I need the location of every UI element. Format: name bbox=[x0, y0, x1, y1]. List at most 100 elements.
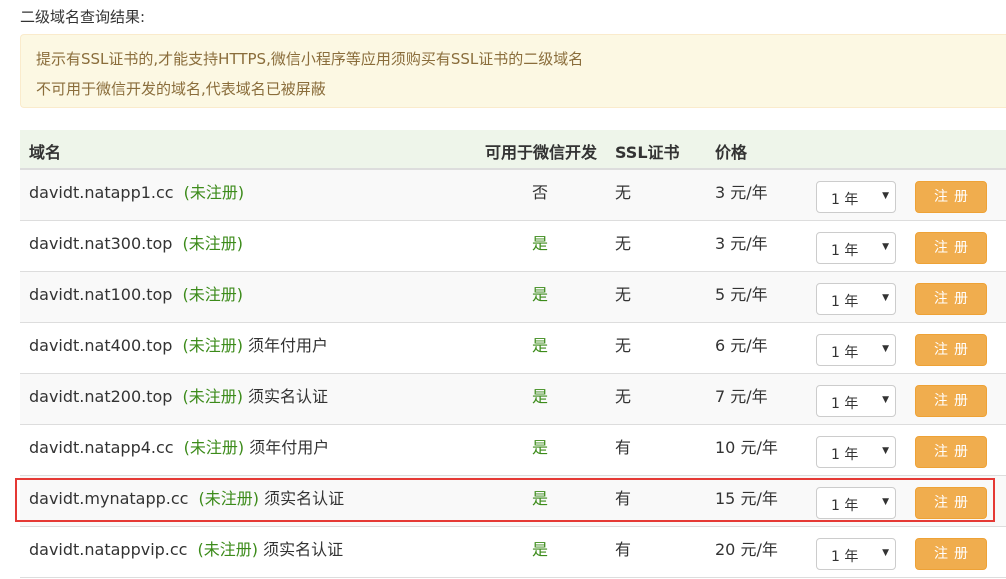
caret-down-icon: ▼ bbox=[882, 548, 889, 558]
ssl-value: 无 bbox=[615, 285, 632, 304]
caret-down-icon: ▼ bbox=[882, 395, 889, 405]
price-value: 3 元/年 bbox=[715, 183, 768, 202]
table-row: davidt.nat200.top (未注册) 须实名认证 是 无 7 元/年 1 年 ▼ 注… bbox=[20, 374, 1006, 425]
period-value: 1 年 bbox=[831, 294, 859, 310]
period-value: 1 年 bbox=[831, 447, 859, 463]
register-button[interactable]: 注册 bbox=[915, 385, 987, 417]
period-value: 1 年 bbox=[831, 192, 859, 208]
ssl-value: 无 bbox=[615, 336, 632, 355]
price-value: 3 元/年 bbox=[715, 234, 768, 253]
wechat-value: 是 bbox=[532, 489, 549, 508]
table-row: davidt.nat100.top (未注册) 是 无 5 元/年 1 年 ▼ 注册 bbox=[20, 272, 1006, 323]
wechat-value: 是 bbox=[532, 438, 549, 457]
register-button[interactable]: 注册 bbox=[915, 181, 987, 213]
ssl-value: 无 bbox=[615, 183, 632, 202]
status-label: (未注册) bbox=[182, 336, 243, 355]
status-label: (未注册) bbox=[182, 234, 243, 253]
register-button[interactable]: 注册 bbox=[915, 487, 987, 519]
domain-cell: davidt.nat400.top (未注册) 须年付用户 bbox=[29, 332, 328, 356]
status-label: (未注册) bbox=[197, 540, 258, 559]
requirement-note: 须年付用户 bbox=[249, 438, 330, 457]
domain-table: 域名 可用于微信开发 SSL证书 价格 davidt.natapp1.cc (未注… bbox=[20, 130, 1006, 578]
table-row: davidt.natapp4.cc (未注册) 须年付用户 是 有 10 元/年 1 年 ▼… bbox=[20, 425, 1006, 476]
header-ssl: SSL证书 bbox=[615, 143, 680, 162]
price-value: 20 元/年 bbox=[715, 540, 778, 559]
wechat-cell: 是 bbox=[532, 485, 548, 509]
ssl-value: 无 bbox=[615, 234, 632, 253]
period-value: 1 年 bbox=[831, 549, 859, 565]
caret-down-icon: ▼ bbox=[882, 293, 889, 303]
table-row: davidt.natappvip.cc (未注册) 须实名认证 是 有 20 元/年 1 … bbox=[20, 527, 1006, 578]
table-body: davidt.natapp1.cc (未注册) 否无 3 元/年 1 年 ▼ 注册 david… bbox=[20, 170, 1006, 578]
wechat-value: 是 bbox=[532, 336, 549, 355]
table-row: davidt.nat400.top (未注册) 须年付用户 是 无 6 元/年 1 年 ▼ 注… bbox=[20, 323, 1006, 374]
requirement-note: 须实名认证 bbox=[263, 540, 344, 559]
period-select[interactable]: 1 年 ▼ bbox=[816, 283, 896, 315]
caret-down-icon: ▼ bbox=[882, 446, 889, 456]
price-value: 7 元/年 bbox=[715, 387, 768, 406]
ssl-value: 有 bbox=[615, 438, 632, 457]
caret-down-icon: ▼ bbox=[882, 497, 889, 507]
wechat-value: 否 bbox=[532, 183, 549, 202]
wechat-cell: 是 bbox=[532, 434, 548, 458]
requirement-note: 须实名认证 bbox=[248, 387, 329, 406]
header-domain: 域名 bbox=[29, 143, 62, 162]
domain-name: davidt.mynatapp.cc bbox=[29, 489, 189, 508]
wechat-cell: 是 bbox=[532, 281, 548, 305]
period-select[interactable]: 1 年 ▼ bbox=[816, 385, 896, 417]
register-button[interactable]: 注册 bbox=[915, 232, 987, 264]
table-header: 域名 可用于微信开发 SSL证书 价格 bbox=[20, 130, 1006, 170]
period-select[interactable]: 1 年 ▼ bbox=[816, 181, 896, 213]
ssl-value: 有 bbox=[615, 489, 632, 508]
status-label: (未注册) bbox=[182, 285, 243, 304]
header-wechat: 可用于微信开发 bbox=[485, 143, 598, 162]
status-label: (未注册) bbox=[182, 387, 243, 406]
status-label: (未注册) bbox=[183, 438, 245, 457]
period-select[interactable]: 1 年 ▼ bbox=[816, 487, 896, 519]
info-alert: 提示有SSL证书的,才能支持HTTPS,微信小程序等应用须购买有SSL证书的二级… bbox=[20, 34, 1006, 108]
status-label: (未注册) bbox=[183, 183, 245, 202]
ssl-value: 无 bbox=[615, 387, 632, 406]
wechat-cell: 是 bbox=[532, 383, 548, 407]
period-select[interactable]: 1 年 ▼ bbox=[816, 538, 896, 570]
price-value: 10 元/年 bbox=[715, 438, 778, 457]
header-price: 价格 bbox=[715, 143, 748, 162]
domain-name: davidt.nat400.top bbox=[29, 336, 173, 355]
wechat-value: 是 bbox=[532, 540, 549, 559]
wechat-cell: 否 bbox=[532, 179, 548, 203]
domain-cell: davidt.mynatapp.cc (未注册) 须实名认证 bbox=[29, 485, 344, 509]
wechat-cell: 是 bbox=[532, 332, 548, 356]
period-value: 1 年 bbox=[831, 345, 859, 361]
register-button[interactable]: 注册 bbox=[915, 334, 987, 366]
period-select[interactable]: 1 年 ▼ bbox=[816, 334, 896, 366]
register-button[interactable]: 注册 bbox=[915, 283, 987, 315]
domain-cell: davidt.nat300.top (未注册) bbox=[29, 230, 243, 254]
domain-name: davidt.natappvip.cc bbox=[29, 540, 188, 559]
domain-cell: davidt.natappvip.cc (未注册) 须实名认证 bbox=[29, 536, 343, 560]
period-value: 1 年 bbox=[831, 396, 859, 412]
table-row: davidt.mynatapp.cc (未注册) 须实名认证 是 有 15 元/年 1 年… bbox=[20, 476, 1006, 527]
register-button[interactable]: 注册 bbox=[915, 436, 987, 468]
domain-name: davidt.nat100.top bbox=[29, 285, 173, 304]
caret-down-icon: ▼ bbox=[882, 344, 889, 354]
register-button[interactable]: 注册 bbox=[915, 538, 987, 570]
price-value: 5 元/年 bbox=[715, 285, 768, 304]
domain-name: davidt.natapp1.cc bbox=[29, 183, 174, 202]
domain-cell: davidt.natapp4.cc (未注册) 须年付用户 bbox=[29, 434, 329, 458]
domain-cell: davidt.natapp1.cc (未注册) bbox=[29, 179, 244, 203]
wechat-value: 是 bbox=[532, 387, 549, 406]
period-select[interactable]: 1 年 ▼ bbox=[816, 232, 896, 264]
domain-cell: davidt.nat100.top (未注册) bbox=[29, 281, 243, 305]
wechat-value: 是 bbox=[532, 234, 549, 253]
domain-name: davidt.natapp4.cc bbox=[29, 438, 174, 457]
price-value: 15 元/年 bbox=[715, 489, 778, 508]
domain-name: davidt.nat300.top bbox=[29, 234, 173, 253]
domain-cell: davidt.nat200.top (未注册) 须实名认证 bbox=[29, 383, 328, 407]
requirement-note: 须实名认证 bbox=[264, 489, 345, 508]
alert-line-ssl: 提示有SSL证书的,才能支持HTTPS,微信小程序等应用须购买有SSL证书的二级… bbox=[36, 50, 584, 68]
wechat-value: 是 bbox=[532, 285, 549, 304]
requirement-note: 须年付用户 bbox=[248, 336, 329, 355]
alert-line-wechat: 不可用于微信开发的域名,代表域名已被屏蔽 bbox=[36, 80, 326, 98]
table-row: davidt.natapp1.cc (未注册) 否 无 3 元/年 1 年 ▼ 注册 bbox=[20, 170, 1006, 221]
period-select[interactable]: 1 年 ▼ bbox=[816, 436, 896, 468]
